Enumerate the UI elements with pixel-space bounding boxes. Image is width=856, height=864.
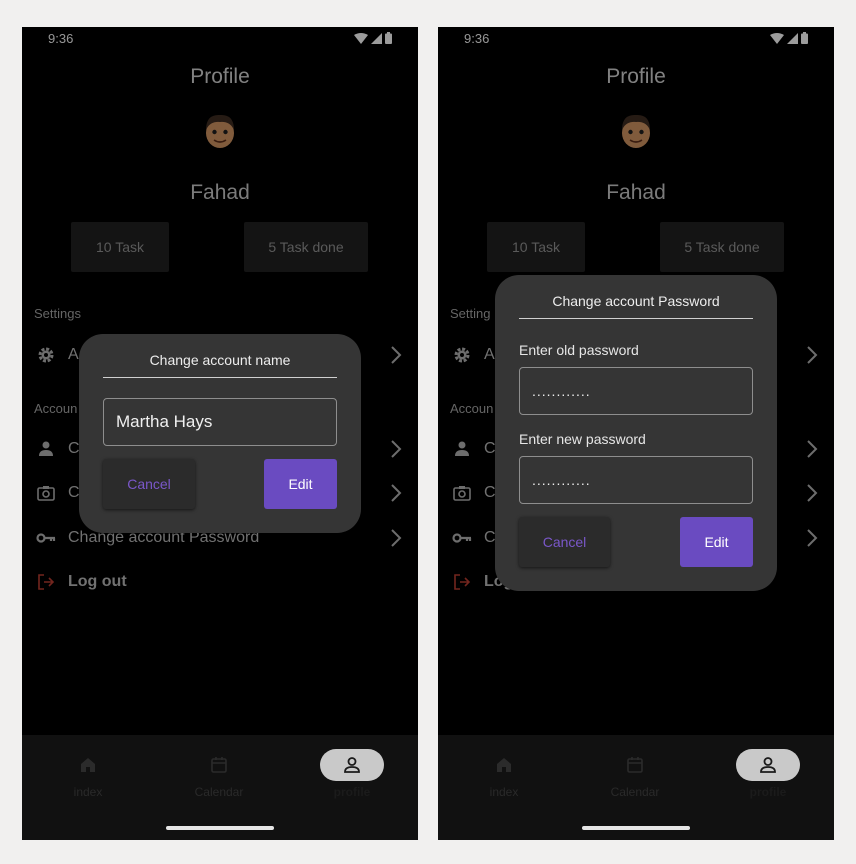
nav-label-calendar: Calendar xyxy=(610,785,660,799)
cancel-button[interactable]: Cancel xyxy=(103,459,195,509)
nav-item-index[interactable]: index xyxy=(464,749,544,799)
nav-item-profile[interactable]: profile xyxy=(728,749,808,799)
dialog-title: Change account name xyxy=(103,352,337,378)
account-name-input[interactable]: Martha Hays xyxy=(103,398,337,446)
home-indicator[interactable] xyxy=(582,826,690,830)
new-password-label: Enter new password xyxy=(519,431,646,447)
person-outline-icon xyxy=(344,757,360,773)
calendar-icon xyxy=(211,757,227,773)
nav-label-profile: profile xyxy=(749,785,787,799)
old-password-input[interactable]: ............ xyxy=(519,367,753,415)
nav-label-calendar: Calendar xyxy=(194,785,244,799)
home-indicator[interactable] xyxy=(166,826,274,830)
change-name-dialog: Change account name Martha Hays Cancel E… xyxy=(79,334,361,533)
person-outline-icon xyxy=(760,757,776,773)
nav-item-index[interactable]: index xyxy=(48,749,128,799)
calendar-icon xyxy=(627,757,643,773)
home-icon xyxy=(81,758,95,772)
new-password-input[interactable]: ............ xyxy=(519,456,753,504)
nav-label-index: index xyxy=(489,785,519,799)
bottom-navigation: index Calendar profile xyxy=(22,735,418,840)
nav-item-calendar[interactable]: Calendar xyxy=(595,749,675,799)
nav-label-index: index xyxy=(73,785,103,799)
phone-screen-change-password: 9:36 Profile Fahad 10 Task 5 Task done S… xyxy=(438,27,834,840)
nav-label-profile: profile xyxy=(333,785,371,799)
dialog-title: Change account Password xyxy=(519,293,753,319)
nav-item-calendar[interactable]: Calendar xyxy=(179,749,259,799)
change-password-dialog: Change account Password Enter old passwo… xyxy=(495,275,777,591)
bottom-navigation: index Calendar profile xyxy=(438,735,834,840)
edit-button[interactable]: Edit xyxy=(264,459,337,509)
nav-item-profile[interactable]: profile xyxy=(312,749,392,799)
phone-screen-change-name: 9:36 Profile Fahad 10 Task 5 Task done S… xyxy=(22,27,418,840)
edit-button[interactable]: Edit xyxy=(680,517,753,567)
home-icon xyxy=(497,758,511,772)
old-password-label: Enter old password xyxy=(519,342,639,358)
cancel-button[interactable]: Cancel xyxy=(519,517,610,567)
